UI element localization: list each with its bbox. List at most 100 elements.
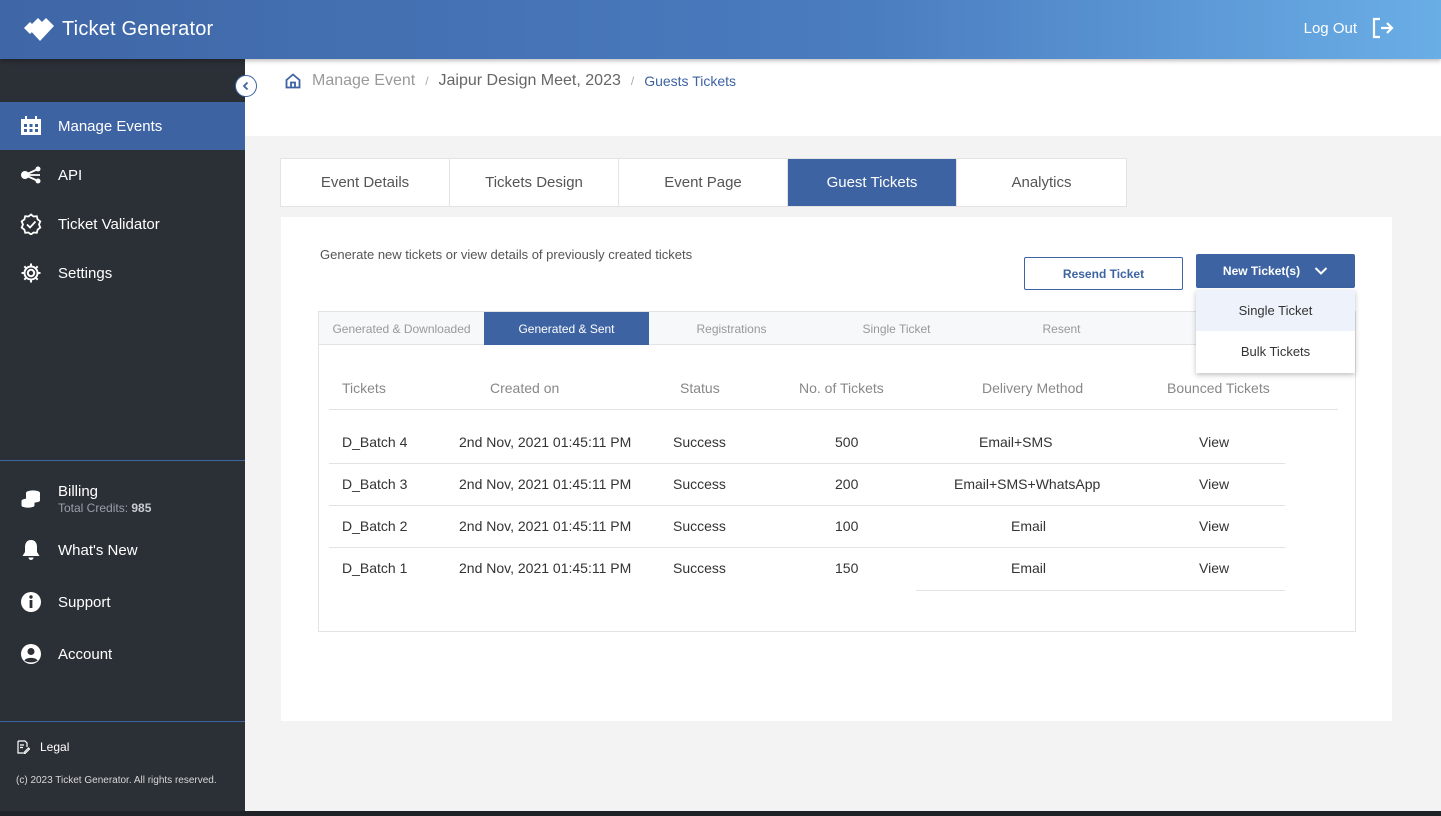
sidebar-item-billing[interactable]: Billing Total Credits: 985 <box>0 475 245 523</box>
badge-check-icon <box>20 213 42 235</box>
info-icon <box>20 591 42 613</box>
cell-delivery-method: Email+SMS <box>979 434 1053 450</box>
new-tickets-label: New Ticket(s) <box>1222 264 1301 278</box>
breadcrumb: Manage Event / Jaipur Design Meet, 2023 … <box>284 72 736 90</box>
cell-ticket-count: 500 <box>835 434 859 450</box>
logout-icon <box>1372 17 1394 39</box>
sidebar-item-whats-new[interactable]: What's New <box>0 526 245 574</box>
resend-ticket-button[interactable]: Resend Ticket <box>1024 257 1183 290</box>
new-tickets-button[interactable]: New Ticket(s) <box>1196 254 1355 288</box>
sidebar-item-api[interactable]: API <box>0 151 245 199</box>
tab-event-details[interactable]: Event Details <box>281 159 450 206</box>
column-header: Delivery Method <box>982 380 1084 396</box>
cell-ticket-count: 150 <box>835 560 859 576</box>
calendar-icon <box>20 115 42 137</box>
sidebar-item-ticket-validator[interactable]: Ticket Validator <box>0 200 245 248</box>
sidebar-item-label: Account <box>58 645 113 663</box>
subtab-resent[interactable]: Resent <box>979 312 1144 345</box>
cell-ticket-batch: D_Batch 1 <box>342 560 408 576</box>
menu-item-bulk-tickets[interactable]: Bulk Tickets <box>1196 331 1355 372</box>
top-bar: Ticket Generator Log Out <box>0 0 1441 59</box>
sidebar-item-label: Manage Events <box>58 117 163 135</box>
panel-description: Generate new tickets or view details of … <box>320 247 693 262</box>
sidebar-divider <box>0 721 245 722</box>
cell-created-on: 2nd Nov, 2021 01:45:11 PM <box>459 560 632 576</box>
tab-event-page[interactable]: Event Page <box>619 159 788 206</box>
home-icon[interactable] <box>284 72 302 90</box>
cell-delivery-method: Email <box>1011 518 1047 534</box>
table-row: D_Batch 4 2nd Nov, 2021 01:45:11 PM Succ… <box>329 422 1285 464</box>
sidebar-divider <box>0 460 245 461</box>
view-bounced-link[interactable]: View <box>1199 518 1229 534</box>
guest-tickets-panel: Generate new tickets or view details of … <box>281 217 1392 721</box>
subtab-generated-sent[interactable]: Generated & Sent <box>484 312 649 345</box>
brand[interactable]: Ticket Generator <box>22 14 213 44</box>
table-row: D_Batch 1 2nd Nov, 2021 01:45:11 PM Succ… <box>329 548 1285 590</box>
sidebar-item-account[interactable]: Account <box>0 630 245 678</box>
tab-guest-tickets[interactable]: Guest Tickets <box>788 159 957 206</box>
breadcrumb-manage-event[interactable]: Manage Event <box>312 72 415 90</box>
chevron-left-icon <box>242 81 249 91</box>
column-header: Created on <box>490 380 560 396</box>
menu-item-single-ticket[interactable]: Single Ticket <box>1196 290 1355 331</box>
legal-label: Legal <box>40 740 70 754</box>
sidebar-item-support[interactable]: Support <box>0 578 245 626</box>
legal-link[interactable]: Legal <box>16 740 69 754</box>
user-circle-icon <box>20 643 42 665</box>
breadcrumb-event-name[interactable]: Jaipur Design Meet, 2023 <box>439 72 621 90</box>
sidebar-item-manage-events[interactable]: Manage Events <box>0 102 245 150</box>
cell-created-on: 2nd Nov, 2021 01:45:11 PM <box>459 476 632 492</box>
gear-icon <box>20 262 42 284</box>
cell-delivery-method: Email+SMS+WhatsApp <box>954 476 1101 492</box>
subtab-generated-downloaded[interactable]: Generated & Downloaded <box>319 312 484 345</box>
document-edit-icon <box>17 740 30 754</box>
cell-created-on: 2nd Nov, 2021 01:45:11 PM <box>459 518 632 534</box>
table-row: D_Batch 3 2nd Nov, 2021 01:45:11 PM Succ… <box>329 464 1285 506</box>
cell-status: Success <box>673 476 726 492</box>
breadcrumb-current: Guests Tickets <box>644 73 737 89</box>
app-name: Ticket Generator <box>62 17 214 40</box>
subtab-single-ticket[interactable]: Single Ticket <box>814 312 979 345</box>
ticket-logo-icon <box>24 18 54 41</box>
billing-label: Billing <box>58 483 99 500</box>
row-divider <box>916 590 1285 591</box>
view-bounced-link[interactable]: View <box>1199 476 1229 492</box>
tab-analytics[interactable]: Analytics <box>957 159 1126 206</box>
cell-ticket-batch: D_Batch 2 <box>342 518 408 534</box>
logout-label: Log Out <box>1303 19 1357 37</box>
logout-button[interactable]: Log Out <box>1304 16 1395 40</box>
cell-created-on: 2nd Nov, 2021 01:45:11 PM <box>459 434 632 450</box>
cell-ticket-batch: D_Batch 4 <box>342 434 408 450</box>
cell-ticket-count: 100 <box>835 518 859 534</box>
bottom-strip <box>0 811 1441 816</box>
column-header: No. of Tickets <box>799 380 884 396</box>
view-bounced-link[interactable]: View <box>1199 560 1229 576</box>
table-row: D_Batch 2 2nd Nov, 2021 01:45:11 PM Succ… <box>329 506 1285 548</box>
subtab-registrations[interactable]: Registrations <box>649 312 814 345</box>
breadcrumb-bar <box>245 59 1441 136</box>
cell-ticket-count: 200 <box>835 476 859 492</box>
collapse-sidebar-button[interactable] <box>235 75 257 97</box>
share-icon <box>20 164 42 186</box>
cell-status: Success <box>673 518 726 534</box>
cell-status: Success <box>673 434 726 450</box>
sidebar: Manage Events API Ticket Validator Setti… <box>0 59 245 811</box>
sidebar-item-label: Support <box>58 593 111 611</box>
cell-status: Success <box>673 560 726 576</box>
view-bounced-link[interactable]: View <box>1199 434 1229 450</box>
new-tickets-dropdown: Single Ticket Bulk Tickets <box>1196 290 1355 373</box>
sidebar-item-label: Settings <box>58 264 113 282</box>
copyright-text: (c) 2023 Ticket Generator. All rights re… <box>16 775 217 786</box>
column-header: Bounced Tickets <box>1167 380 1270 396</box>
cell-delivery-method: Email <box>1011 560 1047 576</box>
billing-credits: Total Credits: 985 <box>58 501 152 515</box>
event-tabs: Event Details Tickets Design Event Page … <box>280 158 1127 207</box>
breadcrumb-separator: / <box>630 74 635 88</box>
tab-tickets-design[interactable]: Tickets Design <box>450 159 619 206</box>
sidebar-item-settings[interactable]: Settings <box>0 249 245 297</box>
breadcrumb-separator: / <box>425 74 429 88</box>
chevron-down-icon <box>1314 267 1328 275</box>
sidebar-item-label: Ticket Validator <box>58 215 160 233</box>
coins-icon <box>20 488 42 510</box>
table-header: Tickets Created on Status No. of Tickets… <box>329 368 1338 410</box>
